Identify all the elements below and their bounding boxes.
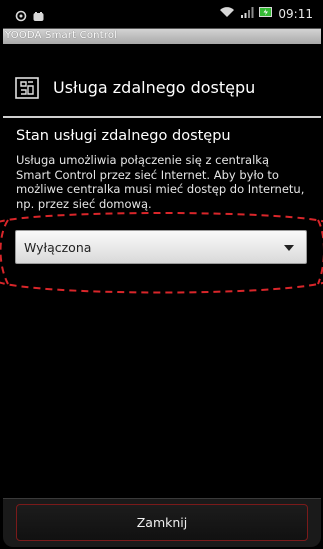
phone-screen: 09:11 YOODA Smart Control Usługa zdalneg…	[3, 2, 321, 547]
app-title-bar: YOODA Smart Control	[3, 28, 321, 44]
status-bar: 09:11	[3, 2, 321, 28]
close-button[interactable]: Zamknij	[16, 504, 308, 541]
battery-icon	[259, 6, 273, 21]
dialog-header: Usługa zdalnego dostępu	[3, 60, 321, 116]
header-divider	[3, 116, 321, 118]
usb-icon	[15, 7, 27, 26]
signal-icon	[240, 6, 254, 21]
dialog-title: Usługa zdalnego dostępu	[53, 78, 256, 97]
service-state-select[interactable]: Wyłączona	[15, 230, 307, 264]
notification-icon	[33, 7, 44, 26]
dialog-footer: Zamknij	[3, 498, 321, 547]
status-time: 09:11	[278, 6, 313, 21]
wifi-icon	[219, 6, 235, 21]
chevron-down-icon	[284, 245, 294, 251]
description-text: Usługa umożliwia połączenie się z centra…	[16, 153, 305, 211]
app-title: YOODA Smart Control	[5, 30, 118, 41]
footer-divider	[3, 498, 321, 499]
select-value: Wyłączona	[24, 240, 92, 255]
section-title: Stan usługi zdalnego dostępu	[16, 128, 231, 144]
building-icon	[15, 77, 39, 99]
